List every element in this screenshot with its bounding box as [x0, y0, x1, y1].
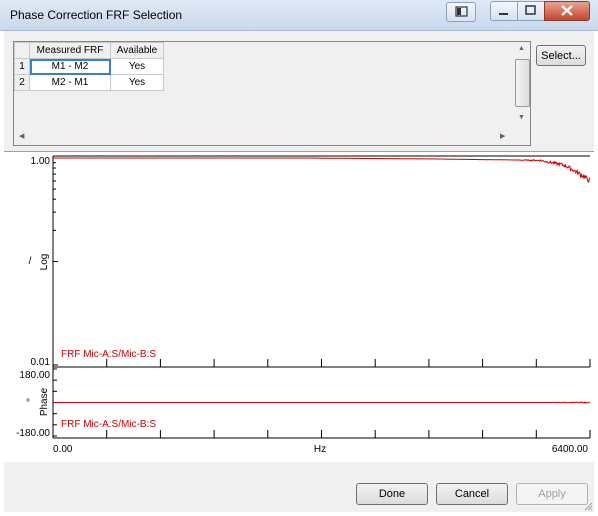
apply-button[interactable]: Apply — [516, 483, 588, 505]
top-axis-label: Log — [39, 254, 50, 271]
graph-canvas: 1.00 0.01 / Log FRF Mic-A:S/Mic-B:S 180.… — [16, 155, 591, 455]
scroll-left-icon[interactable]: ◀ — [19, 132, 24, 140]
row-number[interactable]: 2 — [14, 74, 30, 91]
available-cell[interactable]: Yes — [110, 74, 164, 91]
bottom-y-min-label: -180.00 — [16, 428, 50, 439]
table-row[interactable]: 2 M2 - M1 Yes — [14, 74, 164, 91]
resize-grip-icon[interactable] — [583, 501, 593, 511]
bottom-y-max-label: 180.00 — [19, 370, 50, 381]
window-extra-button[interactable] — [446, 2, 476, 22]
column-header-available[interactable]: Available — [110, 42, 164, 59]
close-icon — [561, 5, 573, 16]
row-number[interactable]: 1 — [14, 58, 30, 75]
frf-cell[interactable]: M2 - M1 — [29, 74, 111, 91]
cancel-button[interactable]: Cancel — [436, 483, 508, 505]
window-icon — [455, 6, 468, 17]
table-corner — [14, 42, 30, 59]
frf-cell[interactable]: M1 - M2 — [29, 58, 111, 75]
bottom-axis-unit: ° — [26, 398, 30, 409]
scroll-right-icon[interactable]: ▶ — [500, 132, 505, 140]
top-y-min-label: 0.01 — [31, 357, 51, 368]
phase-trace — [53, 401, 591, 404]
window-title: Phase Correction FRF Selection — [10, 8, 183, 22]
title-bar: Phase Correction FRF Selection — [0, 0, 598, 31]
available-cell[interactable]: Yes — [110, 58, 164, 75]
column-header-measured-frf[interactable]: Measured FRF — [29, 42, 111, 59]
top-axis-unit: / — [29, 256, 32, 267]
magnitude-trace — [53, 157, 591, 183]
scroll-down-icon[interactable]: ▼ — [518, 114, 525, 121]
x-unit-label: Hz — [314, 444, 326, 455]
close-button[interactable] — [544, 1, 590, 21]
scroll-up-icon[interactable]: ▲ — [518, 45, 525, 52]
top-trace-label: FRF Mic-A:S/Mic-B:S — [61, 349, 156, 360]
maximize-icon — [525, 5, 536, 15]
x-max-label: 6400.00 — [552, 444, 589, 455]
frf-graph: 1.00 0.01 / Log FRF Mic-A:S/Mic-B:S 180.… — [4, 151, 594, 462]
done-button[interactable]: Done — [356, 483, 428, 505]
top-y-max-label: 1.00 — [31, 156, 51, 167]
axis-ticks — [52, 157, 591, 438]
frf-table: Measured FRF Available 1 M1 - M2 Yes 2 M… — [14, 42, 164, 91]
vertical-scrollbar[interactable]: ▲ ▼ — [514, 42, 530, 128]
table-header-row: Measured FRF Available — [14, 42, 164, 59]
vertical-scroll-thumb[interactable] — [515, 59, 530, 107]
minimize-icon — [499, 13, 508, 15]
minimize-button[interactable] — [490, 1, 518, 21]
x-min-label: 0.00 — [53, 444, 73, 455]
bottom-trace-label: FRF Mic-A:S/Mic-B:S — [61, 419, 156, 430]
frf-table-panel: Measured FRF Available 1 M1 - M2 Yes 2 M… — [13, 41, 531, 146]
dialog-body: Measured FRF Available 1 M1 - M2 Yes 2 M… — [4, 31, 594, 512]
select-button[interactable]: Select... — [536, 45, 586, 66]
bottom-axis-label: Phase — [39, 387, 50, 416]
table-row[interactable]: 1 M1 - M2 Yes — [14, 58, 164, 75]
horizontal-scrollbar[interactable]: ◀ ▶ — [14, 129, 514, 145]
maximize-button[interactable] — [517, 1, 545, 21]
